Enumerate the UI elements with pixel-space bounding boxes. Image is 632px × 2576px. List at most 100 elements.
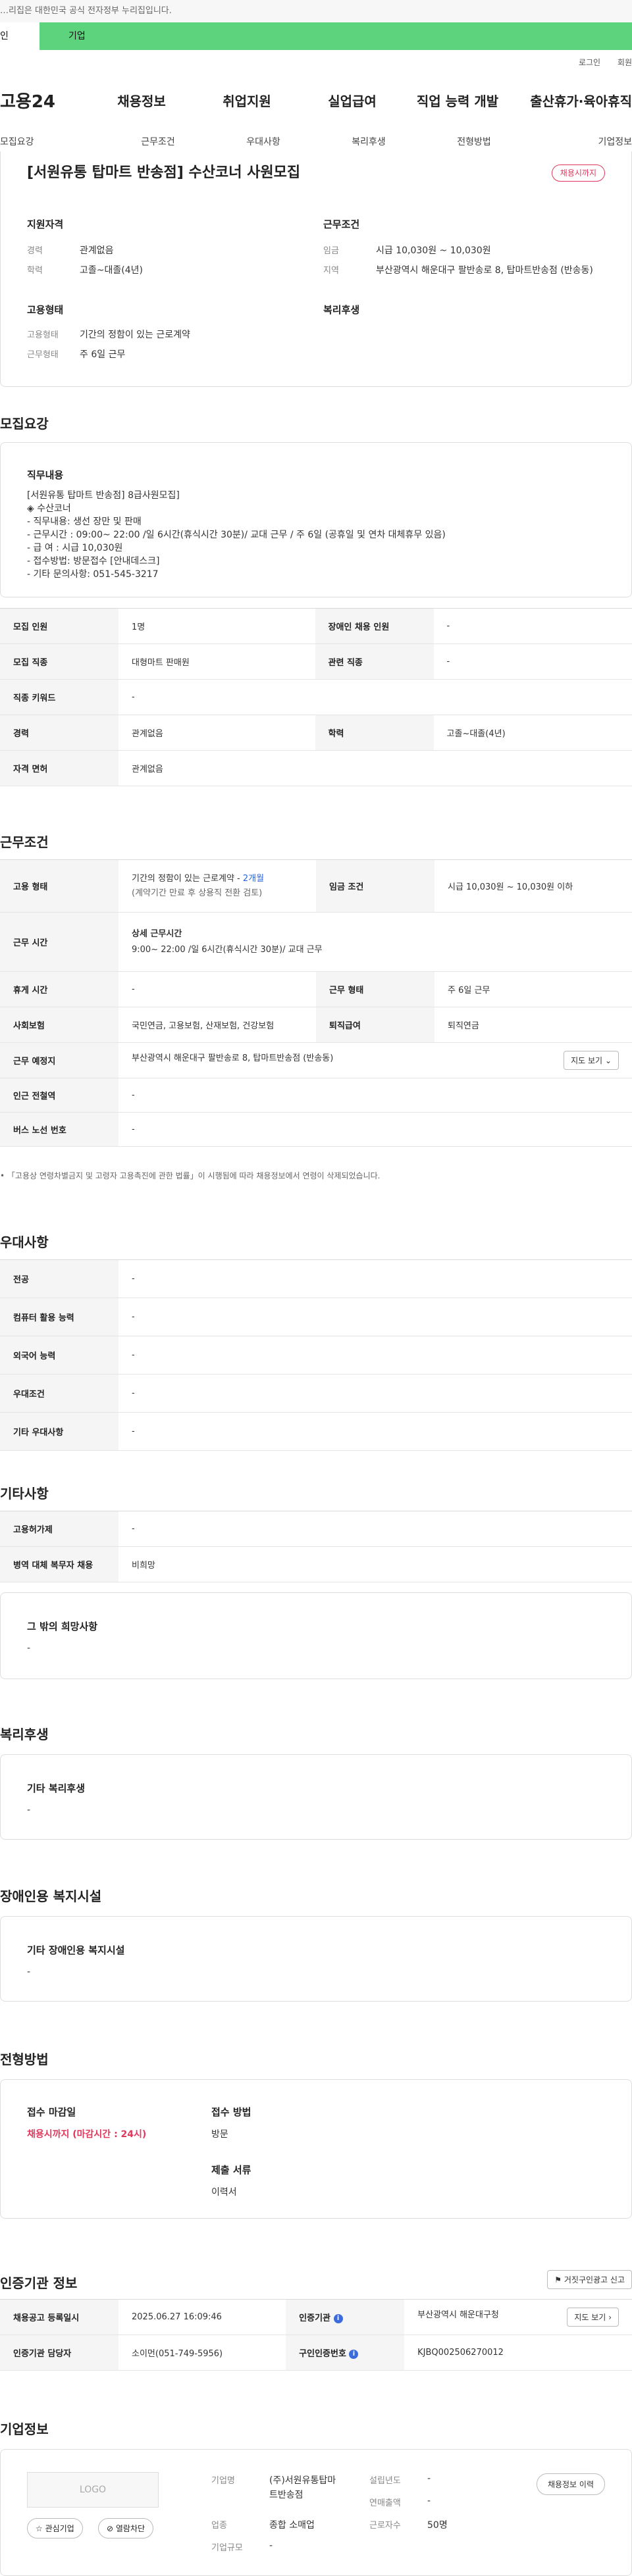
- login-link[interactable]: 로그인: [579, 58, 600, 67]
- cell-label: 컴퓨터 활용 능력: [0, 1298, 118, 1336]
- docs-heading: 제출 서류: [211, 2164, 251, 2176]
- duty-line: - 급 여 : 시급 10,030원: [27, 543, 123, 553]
- gnb-item-support[interactable]: 취업지원: [191, 91, 303, 110]
- cell-label: 구인인증번호 i: [286, 2335, 405, 2371]
- agency-map-button[interactable]: 지도 보기 ›: [567, 2308, 619, 2327]
- report-button[interactable]: ⚑ 거짓구인광고 신고: [547, 2270, 632, 2289]
- agency-value: 부산광역시 해운대구청: [417, 2310, 499, 2320]
- report-button-label: 거짓구인광고 신고: [564, 2275, 625, 2285]
- founded-label: 설립년도: [369, 2476, 401, 2486]
- star-icon: ☆: [36, 2524, 43, 2533]
- footnote-text: 「고용상 연령차별금지 및 고령자 고용촉진에 관한 법률」이 시행됨에 따라 …: [7, 1171, 381, 1180]
- disabled-box-value: -: [27, 1967, 31, 1977]
- table-row: 고용 형태 기간의 정함이 있는 근로계약 - 2개월 (계약기간 만료 후 상용…: [0, 859, 632, 913]
- table-row: 자격 면허 관계없음: [0, 750, 632, 786]
- wish-box: 그 밖의 희망사항 -: [0, 1592, 632, 1679]
- duty-line: - 접수방법: 방문접수 [안내데스크]: [27, 556, 160, 567]
- recruit-heading: 모집요강: [0, 416, 49, 432]
- process-box: 접수 마감일 채용시까지 (마감시간 : 24시) 접수 방법 방문 제출 서류…: [0, 2079, 632, 2219]
- career-value: 관계없음: [80, 245, 114, 256]
- cell-label: 임금 조건: [316, 859, 434, 913]
- member-type-bar: 인 기업: [0, 22, 632, 50]
- cell-value: -: [433, 608, 632, 644]
- map-button-label: 지도 보기: [571, 1056, 603, 1065]
- emp-heading: 고용형태: [27, 304, 64, 316]
- cell-value: -: [118, 1374, 632, 1413]
- method-value: 방문: [211, 2129, 228, 2140]
- block-label: 열람차단: [115, 2524, 145, 2533]
- table-row: 기타 우대사항 -: [0, 1412, 632, 1451]
- career-label: 경력: [27, 246, 43, 256]
- work-heading: 근무조건: [0, 834, 49, 850]
- industry-label: 업종: [211, 2521, 227, 2531]
- welfare-heading: 복리후생: [323, 304, 360, 316]
- cell-label: 인증기관 i: [286, 2299, 405, 2335]
- map-button[interactable]: 지도 보기 ⌄: [564, 1051, 619, 1070]
- hours-value: 9:00~ 22:00 /일 6시간(휴식시간 30분)/ 교대 근무: [132, 944, 323, 955]
- table-row: 우대조건 -: [0, 1374, 632, 1413]
- table-row: 휴게 시간 - 근무 형태 주 6일 근무: [0, 971, 632, 1007]
- favorite-label: 관심기업: [45, 2524, 74, 2533]
- block-button[interactable]: ⊘ 열람차단: [98, 2518, 154, 2538]
- cell-value: -: [118, 1298, 632, 1336]
- gnb-item-benefit[interactable]: 실업급여: [303, 91, 402, 110]
- gnb-item-jobs[interactable]: 채용정보: [92, 91, 191, 110]
- cell-value: -: [118, 679, 632, 715]
- table-row: 컴퓨터 활용 능력 -: [0, 1298, 632, 1336]
- sales-label: 연매출액: [369, 2498, 401, 2508]
- gov-notice-bar: …리집은 대한민국 공식 전자정부 누리집입니다.: [0, 0, 632, 22]
- duty-line: ◈ 수산코너: [27, 503, 71, 514]
- duty-box: 직무내용 [서원유통 탑마트 반송점] 8급사원모집] ◈ 수산코너 - 직무내…: [0, 442, 632, 597]
- history-button[interactable]: 채용정보 이력: [536, 2473, 605, 2495]
- cell-label: 기타 우대사항: [0, 1412, 118, 1451]
- founded-value: -: [427, 2473, 431, 2484]
- tab-corporate[interactable]: 기업: [40, 22, 632, 50]
- cell-label: 버스 노선 번호: [0, 1112, 118, 1147]
- signup-link[interactable]: 회원: [618, 58, 632, 67]
- table-row: 직종 키워드 -: [0, 679, 632, 715]
- table-row: 인근 전철역 -: [0, 1078, 632, 1113]
- job-title: [서원유통 탑마트 반송점] 수산코너 사원모집: [27, 164, 301, 181]
- cell-value: 비희망: [118, 1546, 632, 1582]
- industry-value: 종합 소매업: [269, 2520, 315, 2531]
- duty-line: - 기타 문의사항: 051-545-3217: [27, 569, 159, 580]
- wish-value: -: [27, 1643, 31, 1654]
- work-table: 고용 형태 기간의 정함이 있는 근로계약 - 2개월 (계약기간 만료 후 상용…: [0, 859, 632, 1147]
- table-row: 병역 대체 복무자 채용 비희망: [0, 1546, 632, 1582]
- table-row: 경력 관계없음 학력 고졸~대졸(4년): [0, 715, 632, 751]
- cell-label: 경력: [0, 715, 118, 751]
- info-icon[interactable]: i: [349, 2349, 359, 2359]
- cert-id-label: 구인인증번호: [299, 2349, 346, 2359]
- deadline-badge: 채용시까지: [551, 164, 605, 182]
- cell-label: 관련 직종: [315, 644, 434, 680]
- duty-line: [서원유통 탑마트 반송점] 8급사원모집]: [27, 490, 180, 501]
- table-row: 고용허가제 -: [0, 1511, 632, 1547]
- favorite-button[interactable]: ☆ 관심기업: [27, 2518, 83, 2538]
- size-value: -: [269, 2540, 273, 2551]
- tab-personal[interactable]: 인: [0, 22, 40, 50]
- wage-label: 임금: [323, 246, 339, 256]
- cell-value: 국민연금, 고용보험, 산재보험, 건강보험: [118, 1007, 316, 1043]
- cell-label: 근무 예정지: [0, 1042, 118, 1078]
- info-icon[interactable]: i: [333, 2313, 343, 2323]
- cell-value: 부산광역시 해운대구 팔반송로 8, 탑마트반송점 (반송동) 지도 보기 ⌄: [118, 1042, 632, 1078]
- table-row: 모집 직종 대형마트 판매원 관련 직종 -: [0, 644, 632, 680]
- cell-value: -: [118, 1112, 632, 1147]
- disabled-box-heading: 기타 장애인용 복지시설: [27, 1944, 125, 1956]
- cell-label: 외국어 능력: [0, 1336, 118, 1375]
- cell-label: 모집 인원: [0, 608, 118, 644]
- cell-label: 병역 대체 복무자 채용: [0, 1546, 118, 1582]
- cell-value: -: [433, 644, 632, 680]
- agency-map-label: 지도 보기: [574, 2313, 606, 2322]
- pref-table: 전공 - 컴퓨터 활용 능력 - 외국어 능력 - 우대조건 - 기타 우대사항 -: [0, 1259, 632, 1451]
- cell-value: 기간의 정함이 있는 근로계약 - 2개월 (계약기간 만료 후 상용직 전환 검…: [118, 859, 316, 913]
- gnb-item-training[interactable]: 직업 능력 개발: [402, 91, 514, 110]
- site-logo[interactable]: 고용24: [0, 88, 92, 113]
- cert-heading: 인증기관 정보: [0, 2275, 78, 2291]
- gnb-item-leave[interactable]: 출산휴가·육아휴직: [514, 91, 632, 110]
- cell-value: 주 6일 근무: [434, 971, 632, 1007]
- company-box: LOGO ☆ 관심기업 ⊘ 열람차단 기업명 (주)서원유통탑마트반송점 설립년…: [0, 2449, 632, 2576]
- cond-heading: 근무조건: [323, 218, 360, 230]
- cell-value: 시급 10,030원 ~ 10,030원 이하: [434, 859, 632, 913]
- welfare-box: 기타 복리후생 -: [0, 1754, 632, 1840]
